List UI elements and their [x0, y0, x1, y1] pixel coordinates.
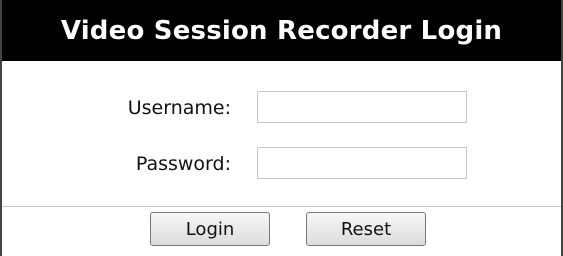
- page-title: Video Session Recorder Login: [2, 0, 561, 61]
- reset-button[interactable]: Reset: [306, 212, 426, 246]
- login-button[interactable]: Login: [150, 212, 270, 246]
- login-panel: Video Session Recorder Login Username: P…: [0, 0, 563, 256]
- password-row: Password:: [2, 147, 561, 181]
- password-label: Password:: [135, 153, 231, 175]
- button-row: Login Reset: [2, 207, 561, 256]
- username-input[interactable]: [257, 91, 467, 123]
- username-row: Username:: [2, 91, 561, 125]
- password-input[interactable]: [257, 147, 467, 179]
- username-label: Username:: [127, 97, 231, 119]
- login-form: Username: Password:: [2, 61, 561, 206]
